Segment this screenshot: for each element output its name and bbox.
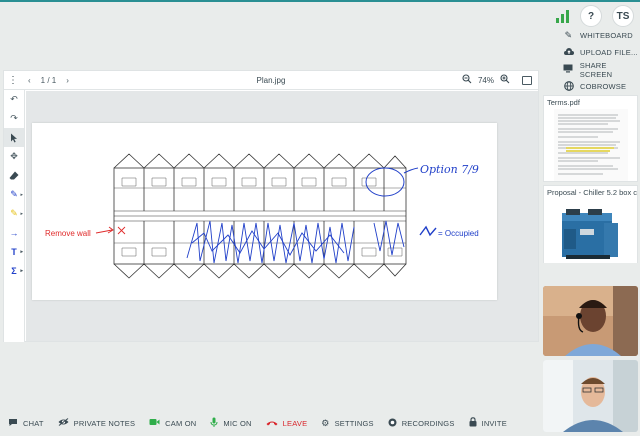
floor-plan-image: Remove wall Option 7/9 = Occupied (45, 153, 479, 279)
mic-label: MIC ON (223, 418, 252, 428)
cobrowse-button[interactable]: COBROWSE (563, 78, 640, 95)
help-button[interactable]: ? (580, 5, 602, 27)
header-controls: ? TS (556, 5, 634, 27)
zoom-in-icon[interactable] (500, 74, 510, 86)
document-canvas[interactable]: Remove wall Option 7/9 = Occupied (26, 91, 538, 341)
eye-slash-icon (58, 418, 69, 428)
chat-button[interactable]: CHAT (8, 418, 44, 429)
pen-tool-icon[interactable]: ✎ ▸ (4, 185, 24, 204)
participant-video-frame (543, 286, 638, 356)
recordings-label: RECORDINGS (401, 418, 455, 428)
chat-label: CHAT (23, 418, 44, 428)
microphone-icon (210, 417, 218, 429)
document-thumbnail (544, 199, 637, 263)
page-indicator: 1 / 1 (40, 75, 57, 85)
zoom-out-icon[interactable] (462, 74, 472, 86)
camera-toggle-button[interactable]: CAM ON (149, 418, 196, 428)
text-tool-icon[interactable]: T ▸ (4, 242, 24, 261)
floor-plan-page[interactable]: Remove wall Option 7/9 = Occupied (32, 123, 497, 300)
hang-up-icon (266, 418, 278, 428)
camera-icon (149, 418, 160, 428)
option-annotation: Option 7/9 (420, 163, 479, 176)
documents-panel: Terms.pdf Proposal - Chiller 5.2 box co.… (543, 95, 638, 266)
top-accent-line (0, 0, 640, 2)
occupied-legend-swatch (419, 225, 437, 237)
settings-button[interactable]: ⚙ SETTINGS (321, 418, 373, 429)
whiteboard-button[interactable]: ✎ WHITEBOARD (563, 27, 640, 44)
arrow-tool-icon[interactable]: → (4, 223, 24, 242)
more-options-icon[interactable]: ⋮ (4, 75, 22, 86)
chat-icon (8, 418, 18, 429)
document-thumbnail (554, 109, 628, 181)
signal-strength-icon (556, 9, 570, 23)
user-avatar[interactable]: TS (612, 5, 634, 27)
zoom-level: 74% (477, 75, 494, 85)
side-menu: ✎ WHITEBOARD UPLOAD FILE... SHARE SCREEN… (563, 27, 640, 95)
monitor-icon (563, 64, 574, 75)
settings-label: SETTINGS (334, 418, 374, 428)
undo-icon[interactable]: ↶ (4, 90, 24, 109)
document-title: Proposal - Chiller 5.2 box co... (547, 188, 637, 197)
bottom-toolbar: CHAT PRIVATE NOTES CAM ON MIC ON LEAVE ⚙… (0, 410, 640, 436)
formula-tool-icon[interactable]: Σ ▸ (4, 261, 24, 280)
invite-label: INVITE (481, 418, 507, 428)
recordings-button[interactable]: RECORDINGS (388, 418, 455, 429)
document-title: Plan.jpg (256, 75, 286, 85)
participant-video[interactable] (543, 286, 638, 356)
private-notes-label: PRIVATE NOTES (73, 418, 136, 428)
upload-file-button[interactable]: UPLOAD FILE... (563, 44, 640, 61)
share-screen-label: SHARE SCREEN (579, 60, 613, 79)
share-screen-button[interactable]: SHARE SCREEN (563, 60, 640, 79)
whiteboard-label: WHITEBOARD (580, 31, 633, 40)
highlighter-tool-icon[interactable]: ✎ ▸ (4, 204, 24, 223)
pan-tool-icon[interactable]: ✥ (4, 147, 24, 166)
mic-toggle-button[interactable]: MIC ON (210, 417, 251, 429)
invite-button[interactable]: INVITE (469, 417, 507, 429)
document-card[interactable]: Terms.pdf (543, 95, 638, 182)
redo-icon[interactable]: ↷ (4, 109, 24, 128)
remove-wall-annotation: Remove wall (45, 229, 91, 238)
camera-label: CAM ON (165, 418, 197, 428)
document-title: Terms.pdf (547, 98, 580, 107)
lock-icon (469, 417, 477, 429)
document-card[interactable]: Proposal - Chiller 5.2 box co... (543, 185, 638, 263)
private-notes-button[interactable]: PRIVATE NOTES (58, 418, 136, 428)
document-viewer: ⋮ ‹ 1 / 1 › Plan.jpg 74% ↶ ↷ ✥ ✎ ▸ ✎ ▸ →… (3, 70, 539, 342)
previous-page-icon[interactable]: ‹ (28, 76, 31, 85)
leave-label: LEAVE (282, 418, 308, 428)
gear-icon: ⚙ (321, 417, 330, 428)
pencil-icon: ✎ (564, 30, 573, 40)
upload-icon (563, 47, 574, 58)
upload-file-label: UPLOAD FILE... (580, 48, 638, 57)
cobrowse-label: COBROWSE (580, 82, 627, 91)
globe-icon (563, 80, 574, 93)
viewer-toolbar: ⋮ ‹ 1 / 1 › Plan.jpg 74% (4, 71, 538, 90)
eraser-icon[interactable] (4, 166, 24, 185)
thumbnail-view-icon[interactable] (522, 75, 532, 85)
next-page-icon[interactable]: › (66, 76, 69, 85)
occupied-annotation: = Occupied (438, 229, 479, 238)
leave-button[interactable]: LEAVE (266, 418, 308, 428)
record-icon (388, 418, 397, 429)
pointer-tool-icon[interactable] (4, 128, 24, 147)
annotation-toolbar: ↶ ↷ ✥ ✎ ▸ ✎ ▸ → T ▸ Σ ▸ (4, 90, 25, 342)
